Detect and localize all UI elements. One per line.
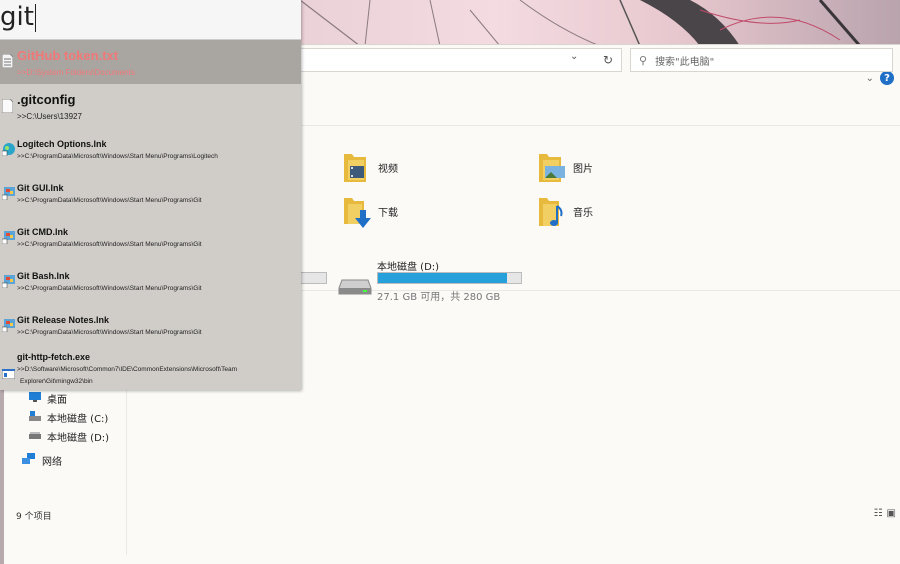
large-icons-view-icon[interactable]: ▣ (887, 508, 896, 519)
refresh-icon[interactable]: ↻ (598, 50, 618, 70)
result-title: Git Release Notes.lnk (17, 315, 110, 325)
result-title: git-http-fetch.exe (17, 352, 90, 362)
result-path: >>C:\ProgramData\Microsoft\Windows\Start… (17, 285, 202, 292)
result-path: >>D:\Software\Microsoft\Common7\IDE\Comm… (17, 366, 237, 373)
result-item[interactable]: Git GUI.lnk >>C:\ProgramData\Microsoft\W… (0, 175, 301, 219)
result-path: >>C:\ProgramData\Microsoft\Windows\Start… (17, 329, 202, 336)
result-path: >>C:\ProgramData\Microsoft\Windows\Start… (17, 197, 202, 204)
folder-pictures[interactable]: 图片 (537, 152, 593, 182)
result-title: Git CMD.lnk (17, 227, 68, 237)
nav-label: 本地磁盘 (C:) (47, 414, 109, 425)
launcher-popup: git GitHub token.txt >>D:\System Folders… (0, 0, 301, 390)
nav-item-drive-c[interactable]: 本地磁盘 (C:) (29, 410, 108, 425)
search-icon: ⚲ (639, 53, 648, 67)
details-view-icon[interactable]: ☷ (874, 508, 883, 519)
git-shortcut-icon (1, 317, 16, 336)
drive-d-icon (338, 276, 372, 300)
result-title: Logitech Options.lnk (17, 139, 107, 149)
folder-music[interactable]: 音乐 (537, 196, 593, 226)
logitech-shortcut-icon (1, 141, 16, 160)
folder-label: 图片 (573, 163, 593, 175)
folder-downloads[interactable]: 下载 (342, 196, 398, 228)
launcher-query-input[interactable]: git (0, 0, 301, 40)
help-icon[interactable]: ? (880, 71, 894, 85)
result-title: Git GUI.lnk (17, 183, 64, 193)
exe-icon (1, 364, 16, 383)
result-path-continued: Explorer\Git\mingw32\bin (20, 378, 93, 385)
drive-d-usage-fill (378, 273, 508, 283)
nav-label: 网络 (42, 457, 62, 468)
ribbon-expand-icon[interactable]: ⌄ (866, 73, 874, 84)
result-item[interactable]: Git CMD.lnk >>C:\ProgramData\Microsoft\W… (0, 219, 301, 263)
text-caret (35, 4, 36, 32)
blank-file-icon (1, 98, 14, 117)
result-item[interactable]: git-http-fetch.exe >>D:\Software\Microso… (0, 344, 301, 390)
status-bar-item-count: 9 个项目 (16, 512, 52, 522)
search-input[interactable]: ⚲ 搜索"此电脑" (630, 48, 893, 72)
nav-item-network[interactable]: 网络 (22, 453, 62, 468)
result-path: >>D:\System Folders\Documents (17, 68, 135, 77)
desktop-icon (29, 392, 41, 405)
drive-d-free-space: 27.1 GB 可用，共 280 GB (377, 292, 501, 303)
folder-label: 音乐 (573, 207, 593, 219)
videos-folder-icon (342, 152, 370, 182)
result-path: >>C:\Users\13927 (17, 112, 82, 121)
result-item[interactable]: .gitconfig >>C:\Users\13927 (0, 84, 301, 128)
nav-label: 本地磁盘 (D:) (47, 433, 110, 444)
query-text: git (0, 2, 34, 32)
result-path: >>C:\ProgramData\Microsoft\Windows\Start… (17, 241, 202, 248)
git-shortcut-icon (1, 185, 16, 204)
drive-d-name: 本地磁盘 (D:) (377, 262, 440, 273)
address-history-dropdown-icon[interactable]: ⌄ (570, 51, 578, 62)
git-shortcut-icon (1, 229, 16, 248)
folder-label: 视频 (378, 163, 398, 175)
result-item[interactable]: Logitech Options.lnk >>C:\ProgramData\Mi… (0, 131, 301, 175)
folder-label: 下载 (378, 207, 398, 219)
ribbon-controls: ⌄ ? (866, 71, 894, 85)
downloads-folder-icon (342, 196, 371, 228)
text-file-icon (1, 53, 14, 72)
git-shortcut-icon (1, 273, 16, 292)
nav-item-desktop[interactable]: 桌面 (29, 391, 67, 406)
result-item[interactable]: Git Bash.lnk >>C:\ProgramData\Microsoft\… (0, 263, 301, 307)
result-title: GitHub token.txt (17, 48, 119, 63)
drive-c-icon (29, 411, 41, 424)
music-folder-icon (537, 196, 565, 226)
result-item[interactable]: GitHub token.txt >>D:\System Folders\Doc… (0, 40, 301, 84)
result-path: >>C:\ProgramData\Microsoft\Windows\Start… (17, 153, 218, 160)
nav-item-drive-d[interactable]: 本地磁盘 (D:) (29, 429, 109, 444)
folder-videos[interactable]: 视频 (342, 152, 398, 182)
result-title: .gitconfig (17, 92, 76, 107)
search-placeholder: 搜索"此电脑" (655, 56, 715, 68)
network-icon (22, 453, 36, 468)
drive-d-icon (29, 431, 41, 442)
pictures-folder-icon (537, 152, 565, 182)
result-item[interactable]: Git Release Notes.lnk >>C:\ProgramData\M… (0, 307, 301, 344)
view-toggle: ☷ ▣ (874, 508, 896, 519)
nav-label: 桌面 (47, 395, 67, 406)
drive-d-usage-bar (377, 272, 522, 284)
result-title: Git Bash.lnk (17, 271, 70, 281)
